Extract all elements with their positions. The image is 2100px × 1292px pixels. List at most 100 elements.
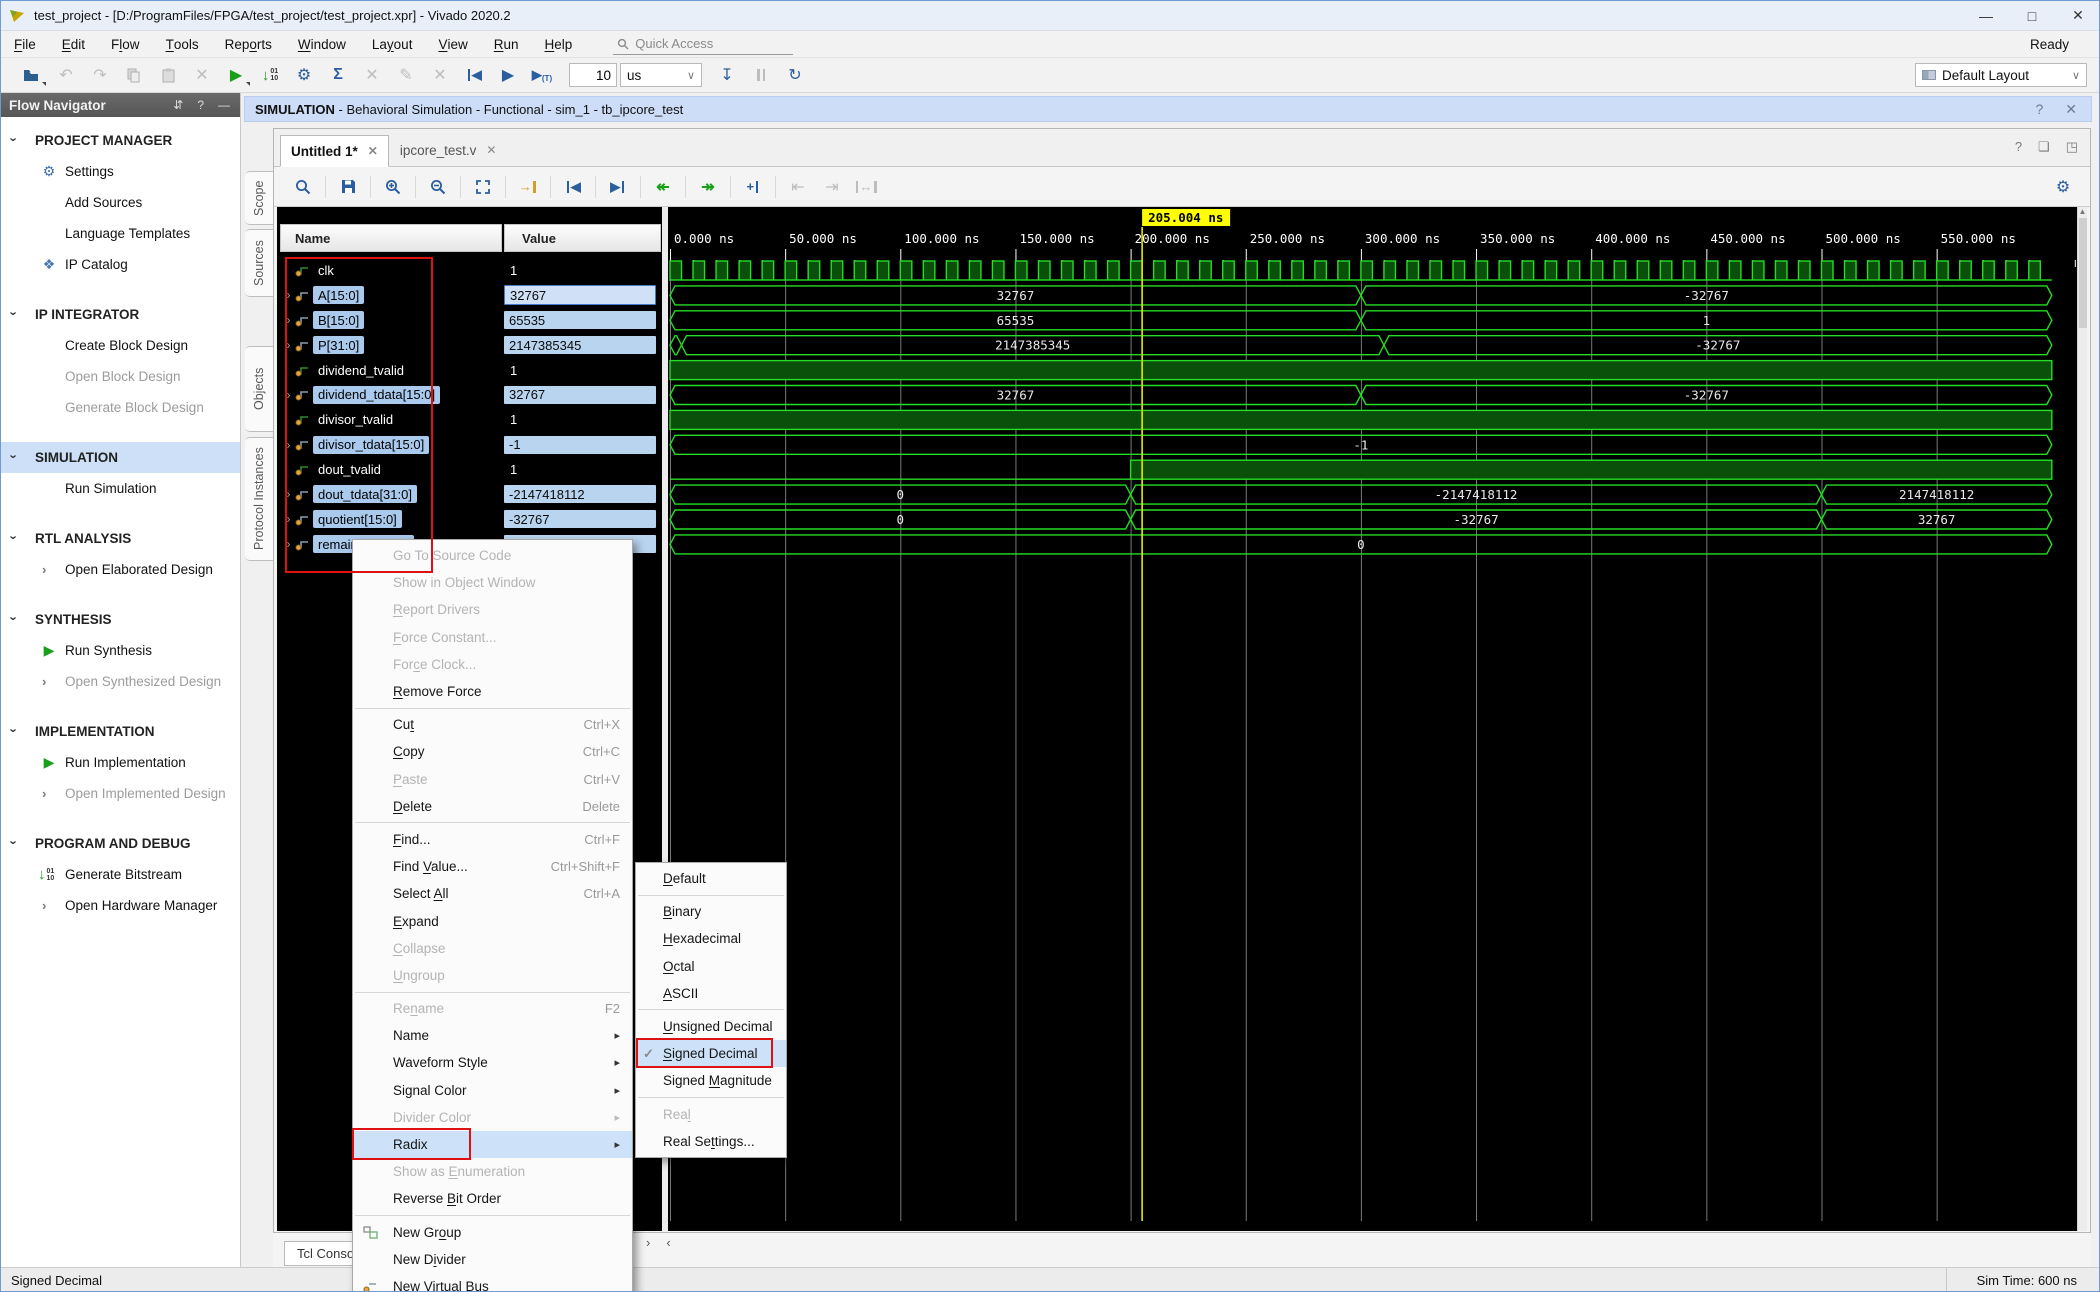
- cut-button[interactable]: ✕: [425, 61, 455, 89]
- menu-item-show-in-object-window[interactable]: Show in Object Window: [353, 569, 632, 596]
- menu-item-copy[interactable]: CopyCtrl+C: [353, 738, 632, 765]
- menu-tools[interactable]: Tools: [153, 31, 212, 57]
- zoom-out-button[interactable]: [423, 173, 453, 201]
- generate-bitstream-button[interactable]: ↓0110: [255, 61, 285, 89]
- close-tab-icon[interactable]: ✕: [486, 143, 496, 157]
- collapse-all-icon[interactable]: ⇵: [173, 98, 183, 112]
- sidebar-item-create-block-design[interactable]: Create Block Design: [1, 330, 240, 361]
- zoom-fit-button[interactable]: [468, 173, 498, 201]
- run-button[interactable]: ▶: [221, 61, 251, 89]
- minimize-button[interactable]: —: [1963, 1, 2009, 30]
- menu-item-signal-color[interactable]: Signal Color▸: [353, 1077, 632, 1104]
- expand-icon[interactable]: ›: [282, 537, 295, 551]
- menu-flow[interactable]: Flow: [98, 31, 153, 57]
- sidebar-section-synthesis[interactable]: ›SYNTHESIS: [1, 604, 240, 635]
- waveform-canvas[interactable]: 0.000 ns50.000 ns100.000 ns150.000 ns200…: [668, 207, 2077, 1231]
- expand-icon[interactable]: ›: [282, 438, 295, 452]
- pause-button[interactable]: [746, 61, 776, 89]
- restart-simulation-button[interactable]: ◀: [459, 61, 489, 89]
- search-button[interactable]: [288, 173, 318, 201]
- sidebar-section-project-manager[interactable]: ›PROJECT MANAGER: [1, 125, 240, 156]
- maximize-button[interactable]: □: [2009, 1, 2055, 30]
- scroll-up-icon[interactable]: ▲: [2079, 207, 2087, 216]
- sidebar-item-generate-block-design[interactable]: Generate Block Design: [1, 392, 240, 423]
- menu-item-default[interactable]: Default: [636, 865, 786, 892]
- signal-row-a-15-0[interactable]: ›A[15:0]: [280, 283, 502, 308]
- waveform-settings-button[interactable]: ⚙: [2048, 173, 2078, 201]
- help-icon[interactable]: ?: [2035, 101, 2043, 118]
- sidebar-item-generate-bitstream[interactable]: ↓0110Generate Bitstream: [1, 859, 240, 890]
- menu-item-force-constant[interactable]: Force Constant...: [353, 624, 632, 651]
- menu-item-name[interactable]: Name▸: [353, 1022, 632, 1049]
- tab-ipcore-test-v[interactable]: ipcore_test.v✕: [389, 134, 508, 166]
- menu-item-new-divider[interactable]: New Divider: [353, 1246, 632, 1273]
- menu-item-find-value[interactable]: Find Value...Ctrl+Shift+F: [353, 853, 632, 880]
- quick-access-search[interactable]: Quick Access: [613, 33, 793, 55]
- help-icon[interactable]: ?: [197, 98, 204, 112]
- help-icon[interactable]: ?: [2015, 139, 2022, 155]
- sidebar-section-simulation[interactable]: ›SIMULATION: [1, 442, 240, 473]
- layout-select[interactable]: Default Layout∨: [1915, 63, 2087, 87]
- tab-protocol-instances[interactable]: Protocol Instances: [245, 437, 274, 561]
- sidebar-item-settings[interactable]: ⚙Settings: [1, 156, 240, 187]
- menu-reports[interactable]: Reports: [212, 31, 285, 57]
- menu-item-select-all[interactable]: Select AllCtrl+A: [353, 880, 632, 907]
- step-button[interactable]: ↧: [712, 61, 742, 89]
- menu-item-cut[interactable]: CutCtrl+X: [353, 711, 632, 738]
- edit-button[interactable]: ✎: [391, 61, 421, 89]
- menu-item-real[interactable]: Real: [636, 1101, 786, 1128]
- time-range-button[interactable]: ↔: [851, 173, 881, 201]
- menu-view[interactable]: View: [425, 31, 480, 57]
- copy-button[interactable]: [119, 61, 149, 89]
- menu-item-ascii[interactable]: ASCII: [636, 980, 786, 1007]
- sidebar-item-run-implementation[interactable]: ▶Run Implementation: [1, 747, 240, 778]
- sidebar-section-program-and-debug[interactable]: ›PROGRAM AND DEBUG: [1, 828, 240, 859]
- menu-edit[interactable]: Edit: [49, 31, 98, 57]
- menu-item-expand[interactable]: Expand: [353, 907, 632, 934]
- next-marker-button[interactable]: ▶: [603, 173, 633, 201]
- close-panel-icon[interactable]: ✕: [2065, 101, 2077, 118]
- menu-item-divider-color[interactable]: Divider Color▸: [353, 1104, 632, 1131]
- menu-item-signed-magnitude[interactable]: Signed Magnitude: [636, 1067, 786, 1094]
- save-button[interactable]: [333, 173, 363, 201]
- tab-scope[interactable]: Scope: [245, 171, 274, 225]
- previous-marker-button[interactable]: ◀: [558, 173, 588, 201]
- menu-item-show-as-enumeration[interactable]: Show as Enumeration: [353, 1158, 632, 1185]
- sidebar-item-open-block-design[interactable]: Open Block Design: [1, 361, 240, 392]
- name-column-header[interactable]: Name: [280, 224, 502, 252]
- menu-item-go-to-source-code[interactable]: Go To Source Code: [353, 542, 632, 569]
- sidebar-section-rtl-analysis[interactable]: ›RTL ANALYSIS: [1, 523, 240, 554]
- close-button[interactable]: ✕: [2055, 1, 2100, 30]
- report-button[interactable]: Σ: [323, 61, 353, 89]
- signal-row-quotient-15-0[interactable]: ›quotient[15:0]: [280, 507, 502, 532]
- scroll-right-icon[interactable]: ›: [646, 1235, 650, 1250]
- sidebar-item-run-simulation[interactable]: Run Simulation: [1, 473, 240, 504]
- zoom-in-button[interactable]: [378, 173, 408, 201]
- menu-item-collapse[interactable]: Collapse: [353, 935, 632, 962]
- menu-window[interactable]: Window: [285, 31, 359, 57]
- add-marker-button[interactable]: +: [738, 173, 768, 201]
- minimize-panel-icon[interactable]: —: [218, 98, 230, 112]
- run-time-input[interactable]: [569, 63, 617, 87]
- expand-icon[interactable]: ›: [282, 487, 295, 501]
- maximize-window-icon[interactable]: ◳: [2066, 139, 2078, 155]
- expand-icon[interactable]: ›: [282, 288, 295, 302]
- expand-icon[interactable]: ›: [282, 338, 295, 352]
- expand-icon[interactable]: ›: [282, 512, 295, 526]
- menu-item-octal[interactable]: Octal: [636, 953, 786, 980]
- run-all-button[interactable]: ▶: [493, 61, 523, 89]
- float-window-icon[interactable]: ❏: [2038, 139, 2050, 155]
- menu-layout[interactable]: Layout: [359, 31, 426, 57]
- menu-item-remove-force[interactable]: Remove Force: [353, 678, 632, 705]
- settings-button[interactable]: ⚙: [289, 61, 319, 89]
- menu-item-reverse-bit-order[interactable]: Reverse Bit Order: [353, 1185, 632, 1212]
- menu-item-unsigned-decimal[interactable]: Unsigned Decimal: [636, 1013, 786, 1040]
- tab-untitled-1[interactable]: Untitled 1*✕: [280, 135, 389, 167]
- sidebar-item-ip-catalog[interactable]: ❖IP Catalog: [1, 249, 240, 280]
- menu-file[interactable]: File: [1, 31, 49, 57]
- menu-item-binary[interactable]: Binary: [636, 898, 786, 925]
- menu-item-new-virtual-bus[interactable]: New Virtual Bus: [353, 1273, 632, 1292]
- expand-icon[interactable]: ›: [282, 388, 295, 402]
- sidebar-item-open-synthesized-design[interactable]: ›Open Synthesized Design: [1, 666, 240, 697]
- goto-cursor-button[interactable]: ⇥: [817, 173, 847, 201]
